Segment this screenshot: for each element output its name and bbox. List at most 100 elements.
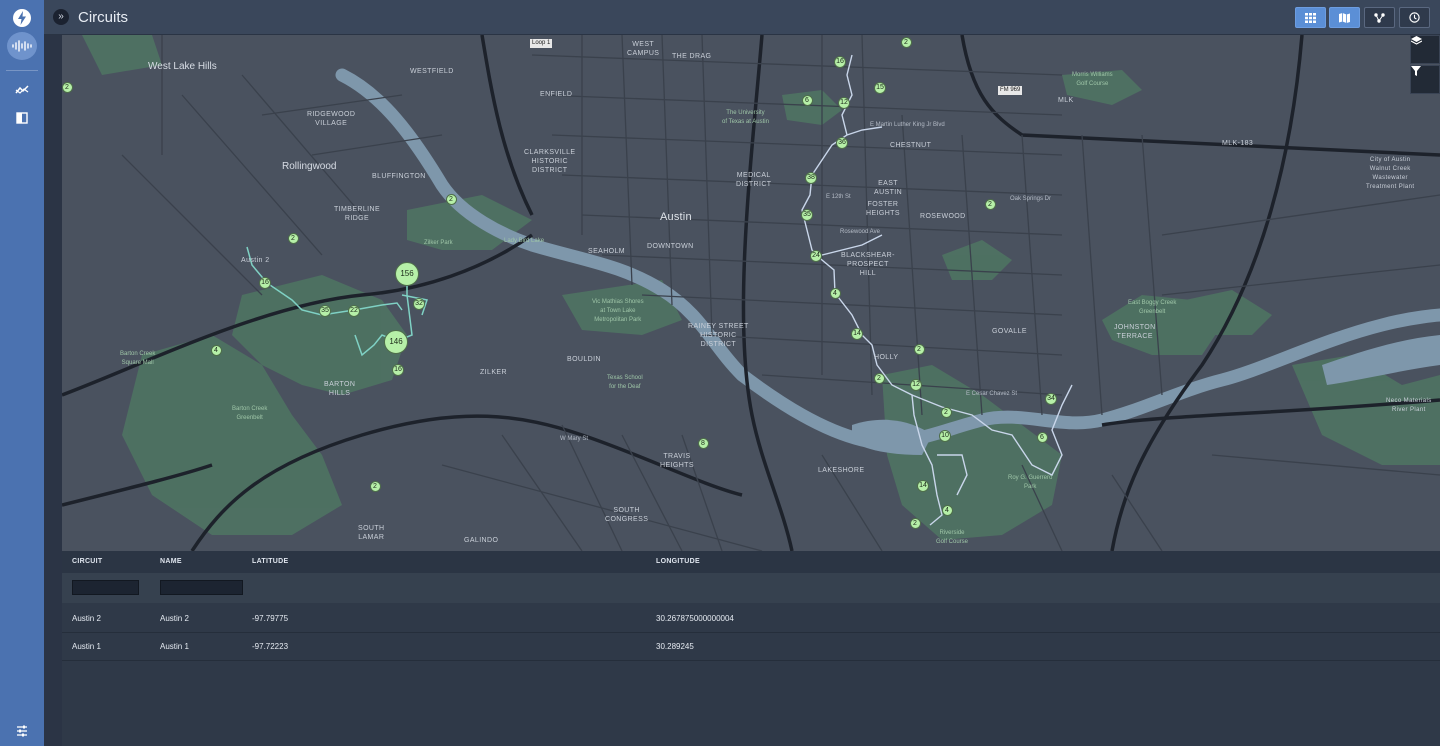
map-label-austin2: Austin 2 xyxy=(241,257,270,264)
table-row[interactable]: Austin 1 Austin 1 -97.72223 30.289245 xyxy=(62,632,1440,661)
grid-view-button[interactable] xyxy=(1295,7,1326,28)
cluster-marker[interactable]: 12 xyxy=(910,379,922,391)
cluster-marker[interactable]: 4 xyxy=(829,287,841,299)
cluster-marker[interactable]: 24 xyxy=(810,250,822,262)
cluster-marker[interactable]: 2 xyxy=(369,480,381,492)
grid-icon xyxy=(1305,12,1316,23)
cluster-marker[interactable]: 2 xyxy=(445,193,457,205)
bolt-icon[interactable] xyxy=(8,4,36,32)
circuits-table: CIRCUIT NAME LATITUDE LONGITUDE Austin 2… xyxy=(62,551,1440,746)
cluster-marker[interactable]: 14 xyxy=(851,328,863,340)
cluster-marker[interactable]: 16 xyxy=(259,277,271,289)
cluster-marker[interactable]: 36 xyxy=(836,137,848,149)
cluster-marker[interactable]: 35 xyxy=(319,305,331,317)
trend-icon[interactable] xyxy=(8,76,36,104)
map-label-lakeshore: LAKESHORE xyxy=(818,467,865,474)
map-label-timberline: TIMBERLINE RIDGE xyxy=(334,206,381,222)
map-label-mlk: MLK xyxy=(1058,97,1074,104)
map-label-rainey: RAINEY STREET HISTORIC DISTRICT xyxy=(688,323,749,348)
layers-icon xyxy=(1411,36,1422,45)
cluster-marker[interactable]: 34 xyxy=(1045,393,1057,405)
table-header: CIRCUIT NAME LATITUDE LONGITUDE xyxy=(62,551,1440,573)
map-label-mlk-183: MLK-183 xyxy=(1222,140,1254,147)
map-label-south-lamar: SOUTH LAMAR xyxy=(358,525,385,541)
map-label-govalle: GOVALLE xyxy=(992,328,1027,335)
cluster-marker[interactable]: 2 xyxy=(913,343,925,355)
column-header-latitude[interactable]: LATITUDE xyxy=(252,558,289,565)
cluster-marker[interactable]: 2 xyxy=(62,81,73,93)
waveform-icon[interactable] xyxy=(7,32,37,60)
expand-panel-button[interactable]: » xyxy=(53,9,69,25)
map-label-west-campus: WEST CAMPUS xyxy=(627,41,660,57)
cell-longitude: 30.289245 xyxy=(656,642,694,651)
map-label-west-lake-hills: West Lake Hills xyxy=(148,61,217,72)
map-label-mathias: Vic Mathias Shores at Town Lake Metropol… xyxy=(592,299,644,323)
cluster-marker[interactable]: 32 xyxy=(413,298,425,310)
cluster-marker[interactable]: 12 xyxy=(838,97,850,109)
map-label-ut: The University of Texas at Austin xyxy=(722,110,769,125)
rail-divider xyxy=(6,70,38,71)
cluster-marker[interactable]: 38 xyxy=(805,172,817,184)
history-view-button[interactable] xyxy=(1399,7,1430,28)
cluster-marker[interactable]: 2 xyxy=(909,517,921,529)
page-title: Circuits xyxy=(78,9,129,26)
cluster-marker[interactable]: 15 xyxy=(874,82,886,94)
secondary-rail xyxy=(44,0,63,746)
map-label-bluffington: BLUFFINGTON xyxy=(372,173,426,180)
sliders-icon[interactable] xyxy=(8,717,36,745)
map-label-galindo: GALINDO xyxy=(464,537,499,544)
map-label-johnston: JOHNSTON TERRACE xyxy=(1114,324,1156,340)
map-label-oak-springs: Oak Springs Dr xyxy=(1010,196,1052,202)
map-view[interactable]: West Lake Hills WESTFIELD WEST CAMPUS TH… xyxy=(62,35,1440,551)
cluster-marker[interactable]: 16 xyxy=(834,56,846,68)
cluster-marker[interactable]: 8 xyxy=(697,437,709,449)
map-label-rosewood-ave: Rosewood Ave xyxy=(840,229,880,235)
map-label-neco: Neco Materials River Plant xyxy=(1386,398,1432,413)
map-view-button[interactable] xyxy=(1329,7,1360,28)
map-label-east-austin: EAST AUSTIN xyxy=(874,180,903,196)
map-label-holly: HOLLY xyxy=(874,354,899,361)
layers-button[interactable] xyxy=(1410,35,1440,64)
cluster-marker[interactable]: 2 xyxy=(940,406,952,418)
cluster-marker[interactable]: 156 xyxy=(395,262,419,286)
cluster-marker[interactable]: 22 xyxy=(348,305,360,317)
filter-button[interactable] xyxy=(1410,65,1440,94)
map-label-ridgewood: RIDGEWOOD VILLAGE xyxy=(307,111,356,127)
cluster-marker[interactable]: 2 xyxy=(287,232,299,244)
cluster-marker[interactable]: 2 xyxy=(984,198,996,210)
name-filter-input[interactable] xyxy=(160,580,243,595)
map-label-zilker-park: Zilker Park xyxy=(424,240,453,246)
map-label-morris: Morris Williams Golf Course xyxy=(1072,72,1113,87)
column-header-circuit[interactable]: CIRCUIT xyxy=(72,558,103,565)
map-label-the-drag: THE DRAG xyxy=(672,53,712,60)
cluster-marker[interactable]: 10 xyxy=(939,430,951,442)
book-icon[interactable] xyxy=(8,104,36,132)
graph-view-button[interactable] xyxy=(1364,7,1395,28)
table-row[interactable]: Austin 2 Austin 2 -97.79775 30.267875000… xyxy=(62,604,1440,633)
cluster-marker[interactable]: 4 xyxy=(210,344,222,356)
cluster-marker[interactable]: 146 xyxy=(384,330,408,354)
map-label-enfield: ENFIELD xyxy=(540,91,573,98)
cell-longitude: 30.267875000000004 xyxy=(656,614,734,623)
circuit-filter-input[interactable] xyxy=(72,580,139,595)
filter-icon xyxy=(1411,66,1421,76)
cluster-marker[interactable]: 4 xyxy=(941,504,953,516)
cluster-marker[interactable]: 6 xyxy=(1036,431,1048,443)
column-header-name[interactable]: NAME xyxy=(160,558,182,565)
cluster-marker[interactable]: 2 xyxy=(900,36,912,48)
cluster-marker[interactable]: 35 xyxy=(801,209,813,221)
map-label-w-mary: W Mary St xyxy=(560,436,588,442)
map-label-walnut: City of Austin Walnut Creek Wastewater T… xyxy=(1366,157,1415,190)
map-label-barton-creek-mall: Barton Creek Square Mall xyxy=(120,351,156,366)
cluster-marker[interactable]: 14 xyxy=(917,480,929,492)
map-label-zilker: ZILKER xyxy=(480,369,507,376)
map-label-westfield: WESTFIELD xyxy=(410,68,454,75)
cell-latitude: -97.79775 xyxy=(252,614,289,623)
sidebar xyxy=(0,0,45,746)
map-label-fm969: FM 969 xyxy=(998,86,1023,95)
column-header-longitude[interactable]: LONGITUDE xyxy=(656,558,700,565)
cluster-marker[interactable]: 2 xyxy=(873,372,885,384)
table-filter-row xyxy=(62,573,1440,603)
cluster-marker[interactable]: 16 xyxy=(392,364,404,376)
cluster-marker[interactable]: 6 xyxy=(801,94,813,106)
